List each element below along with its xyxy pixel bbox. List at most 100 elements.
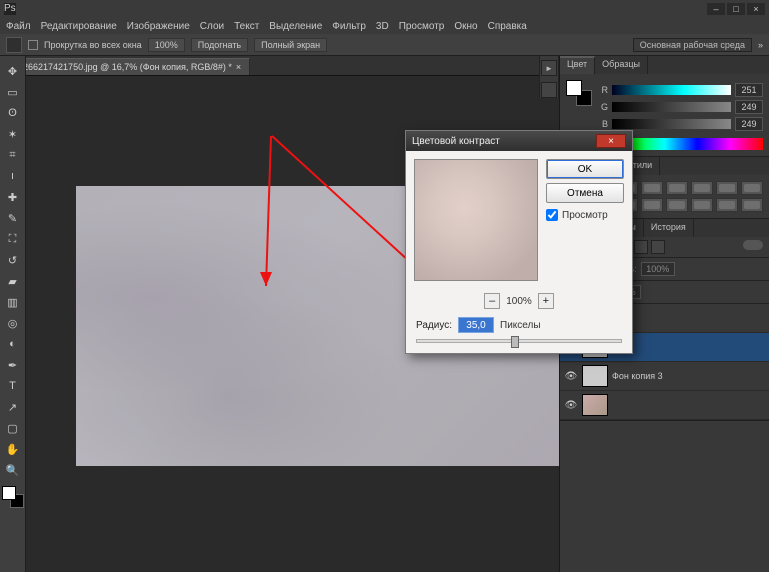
options-bar: Прокрутка во всех окна 100% Подогнать По… (0, 34, 769, 56)
cancel-button[interactable]: Отмена (546, 183, 624, 203)
workspace-switcher[interactable]: Основная рабочая среда (633, 38, 752, 52)
adjustment-icon[interactable] (691, 198, 713, 212)
channel-b-slider[interactable] (612, 119, 731, 129)
layer-row[interactable]: 👁 Фон копия 3 (560, 362, 769, 391)
lasso-tool-icon[interactable]: ʘ (2, 103, 24, 123)
zoom-plus-button[interactable]: + (538, 293, 554, 309)
document-tab[interactable]: 15266217421750.jpg @ 16,7% (Фон копия, R… (4, 58, 250, 75)
preview-toggle[interactable]: Просмотр (546, 209, 624, 221)
gradient-tool-icon[interactable]: ▥ (2, 292, 24, 312)
fullscreen-button[interactable]: Полный экран (254, 38, 327, 52)
filter-smart-icon[interactable] (651, 240, 665, 254)
menu-3d[interactable]: 3D (376, 21, 389, 32)
menu-image[interactable]: Изображение (127, 21, 190, 32)
visibility-eye-icon[interactable]: 👁 (564, 400, 578, 411)
adjustment-icon[interactable] (741, 181, 763, 195)
text-tool-icon[interactable]: T (2, 376, 24, 396)
ok-button[interactable]: OK (546, 159, 624, 179)
ruler-panel-icon[interactable] (541, 82, 557, 98)
path-tool-icon[interactable]: ↗ (2, 397, 24, 417)
preview-checkbox[interactable] (546, 209, 558, 221)
menu-view[interactable]: Просмотр (399, 21, 445, 32)
document-tab-close-icon[interactable]: × (236, 62, 241, 72)
layer-thumbnail[interactable] (582, 394, 608, 416)
adjustment-icon[interactable] (641, 181, 663, 195)
channel-r-label: R (598, 85, 608, 95)
dialog-preview[interactable] (414, 159, 538, 281)
brush-tool-icon[interactable]: ✎ (2, 208, 24, 228)
opacity-value[interactable]: 100% (641, 262, 675, 276)
minimize-button[interactable]: – (707, 3, 725, 15)
adjustment-icon[interactable] (641, 198, 663, 212)
radius-input[interactable] (458, 317, 494, 333)
tab-swatches[interactable]: Образцы (595, 56, 648, 74)
hand-tool-icon[interactable]: ✋ (2, 439, 24, 459)
layer-thumbnail[interactable] (582, 365, 608, 387)
scroll-all-checkbox[interactable] (28, 40, 38, 50)
dialog-close-button[interactable]: × (596, 134, 626, 148)
zoom-minus-button[interactable]: – (484, 293, 500, 309)
dialog-titlebar[interactable]: Цветовой контраст × (406, 131, 632, 151)
crop-tool-icon[interactable]: ⌗ (2, 145, 24, 165)
radius-slider-thumb[interactable] (511, 336, 519, 348)
filter-shape-icon[interactable] (634, 240, 648, 254)
history-brush-tool-icon[interactable]: ↺ (2, 250, 24, 270)
zoom-tool-icon[interactable]: 🔍 (2, 460, 24, 480)
menu-file[interactable]: Файл (6, 21, 31, 32)
heal-tool-icon[interactable]: ✚ (2, 187, 24, 207)
adjustment-icon[interactable] (666, 181, 688, 195)
adjustment-icon[interactable] (691, 181, 713, 195)
document-tab-title: 15266217421750.jpg @ 16,7% (Фон копия, R… (13, 62, 232, 72)
close-window-button[interactable]: × (747, 3, 765, 15)
channel-b-label: B (598, 119, 608, 129)
channel-g-slider[interactable] (612, 102, 731, 112)
adjustment-icon[interactable] (716, 181, 738, 195)
dodge-tool-icon[interactable]: ◐ (2, 334, 24, 354)
foreground-color-swatch[interactable] (2, 486, 16, 500)
color-mini-swatch[interactable] (566, 80, 592, 106)
menu-window[interactable]: Окно (454, 21, 477, 32)
adjustment-icon[interactable] (741, 198, 763, 212)
filter-toggle[interactable] (743, 240, 763, 250)
active-tool-icon[interactable] (6, 37, 22, 53)
radius-unit: Пикселы (500, 320, 541, 331)
collapsed-panel-dock: ► (539, 56, 559, 98)
menu-layers[interactable]: Слои (200, 21, 224, 32)
blur-tool-icon[interactable]: ◎ (2, 313, 24, 333)
shape-tool-icon[interactable]: ▢ (2, 418, 24, 438)
play-actions-icon[interactable]: ► (541, 60, 557, 76)
layer-row[interactable]: 👁 (560, 391, 769, 420)
radius-slider[interactable] (416, 339, 622, 343)
tab-color[interactable]: Цвет (560, 56, 595, 74)
fit-button[interactable]: Подогнать (191, 38, 248, 52)
channel-r-slider[interactable] (612, 85, 731, 95)
workspace-overflow-icon[interactable]: » (758, 40, 763, 50)
eyedropper-tool-icon[interactable]: ı (2, 166, 24, 186)
menubar: Файл Редактирование Изображение Слои Тек… (0, 18, 769, 34)
menu-filter[interactable]: Фильтр (332, 21, 366, 32)
maximize-button[interactable]: □ (727, 3, 745, 15)
channel-b-value[interactable]: 249 (735, 117, 763, 131)
fgbg-swatches[interactable] (2, 486, 24, 508)
visibility-eye-icon[interactable]: 👁 (564, 371, 578, 382)
high-pass-dialog[interactable]: Цветовой контраст × OK Отмена Просмотр –… (405, 130, 633, 354)
tab-history[interactable]: История (644, 219, 694, 237)
channel-r-value[interactable]: 251 (735, 83, 763, 97)
window-controls: – □ × (705, 3, 765, 15)
menu-select[interactable]: Выделение (269, 21, 322, 32)
menu-help[interactable]: Справка (488, 21, 527, 32)
marquee-tool-icon[interactable]: ▭ (2, 82, 24, 102)
wand-tool-icon[interactable]: ✶ (2, 124, 24, 144)
channel-g-value[interactable]: 249 (735, 100, 763, 114)
move-tool-icon[interactable]: ✥ (2, 61, 24, 81)
layer-name[interactable]: Фон копия 3 (612, 371, 663, 381)
adjustment-icon[interactable] (666, 198, 688, 212)
menu-edit[interactable]: Редактирование (41, 21, 117, 32)
pen-tool-icon[interactable]: ✒ (2, 355, 24, 375)
eraser-tool-icon[interactable]: ▰ (2, 271, 24, 291)
menu-text[interactable]: Текст (234, 21, 259, 32)
zoom-value: 100% (506, 296, 532, 307)
zoom-100-button[interactable]: 100% (148, 38, 185, 52)
adjustment-icon[interactable] (716, 198, 738, 212)
stamp-tool-icon[interactable]: ⛶ (2, 229, 24, 249)
